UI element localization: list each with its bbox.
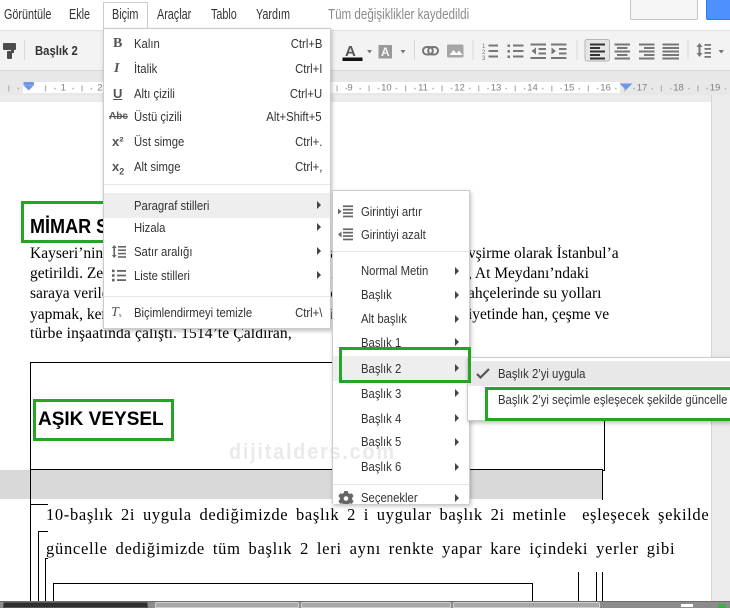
svg-text:12: 12	[454, 83, 465, 94]
svg-text:19: 19	[710, 83, 721, 94]
svg-text:18: 18	[673, 83, 684, 94]
svg-text:9: 9	[347, 83, 352, 94]
svg-text:3: 3	[482, 56, 486, 62]
svg-text:A: A	[381, 45, 390, 59]
svg-text:2: 2	[97, 83, 102, 94]
svg-text:10: 10	[381, 83, 392, 94]
svg-text:14: 14	[527, 83, 538, 94]
svg-text:15: 15	[564, 83, 575, 94]
svg-text:16: 16	[600, 83, 611, 94]
svg-text:13: 13	[491, 83, 502, 94]
svg-text:11: 11	[418, 83, 428, 94]
svg-text:17: 17	[637, 83, 648, 94]
svg-text:A: A	[345, 43, 356, 60]
svg-text:1: 1	[61, 83, 66, 94]
